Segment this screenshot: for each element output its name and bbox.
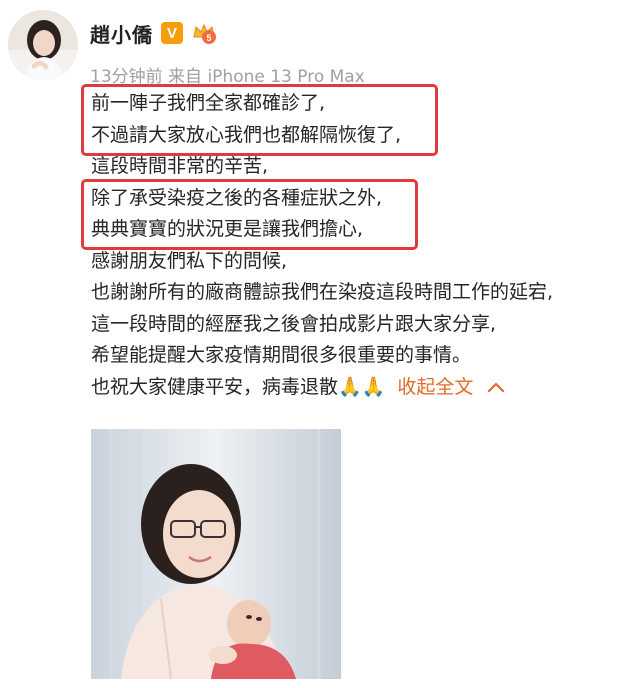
svg-text:5: 5 xyxy=(206,33,211,43)
post-line: 感謝朋友們私下的問候, xyxy=(91,249,288,272)
post-line: 這一段時間的經歷我之後會拍成影片跟大家分享, xyxy=(91,312,497,335)
post-line: 這段時間非常的辛苦, xyxy=(91,155,269,177)
post-line: 希望能提醒大家疫情期間很多很重要的事情。 xyxy=(91,344,472,366)
post-meta: 13分钟前 来自 iPhone 13 Pro Max xyxy=(90,67,365,87)
post-line-last: 也祝大家健康平安，病毒退散🙏🙏 收起全文 xyxy=(91,372,621,404)
author-header: 趙小僑 V 5 xyxy=(90,18,217,48)
avatar-photo xyxy=(8,10,78,80)
author-name[interactable]: 趙小僑 xyxy=(90,19,153,48)
post-line: 前一陣子我們全家都確診了, xyxy=(91,92,326,114)
verified-badge-icon: V xyxy=(161,22,183,44)
post-line: 除了承受染疫之後的各種症狀之外, xyxy=(91,186,383,209)
post-line: 也謝謝所有的廠商體諒我們在染疫這段時間工作的延宕, xyxy=(91,281,554,303)
collapse-text-link[interactable]: 收起全文 xyxy=(397,376,473,398)
post-body: 前一陣子我們全家都確診了, 不過請大家放心我們也都解隔恢復了, 這段時間非常的辛… xyxy=(91,88,621,403)
post-line-text: 也祝大家健康平安，病毒退散🙏🙏 xyxy=(91,375,386,398)
post-line: 不過請大家放心我們也都解隔恢復了, xyxy=(91,123,402,146)
author-avatar[interactable] xyxy=(8,10,78,80)
post-photo[interactable] xyxy=(91,429,341,679)
post-line: 典典寶寶的狀況更是讓我們擔心, xyxy=(91,218,364,240)
crown-badge-icon: 5 xyxy=(191,21,217,45)
chevron-up-icon[interactable] xyxy=(487,381,505,393)
